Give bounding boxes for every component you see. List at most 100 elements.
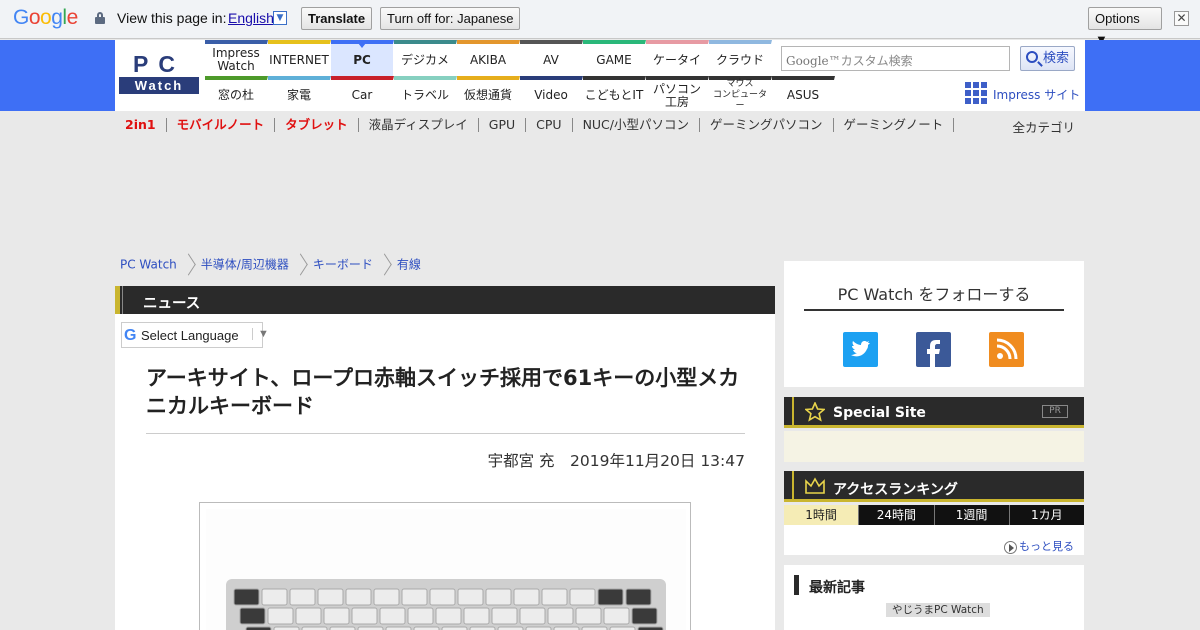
nav-item-nav_bottom-5[interactable]: Video: [520, 76, 583, 111]
category-link[interactable]: 2in1: [115, 118, 167, 132]
language-dropdown-icon[interactable]: ▼: [273, 11, 287, 25]
ranking-tab[interactable]: 1週間: [933, 505, 1009, 525]
article-photo[interactable]: [199, 502, 691, 630]
nav-item-nav_top-5[interactable]: AV: [520, 40, 583, 76]
keycap: [541, 588, 568, 606]
category-link[interactable]: モバイルノート: [167, 118, 276, 132]
translate-button[interactable]: Translate: [301, 7, 373, 30]
keycap: [429, 588, 456, 606]
pc-watch-logo[interactable]: PC Watch: [119, 48, 199, 94]
twitter-icon[interactable]: [843, 332, 878, 367]
keycap: [603, 607, 630, 625]
google-translate-bar: Google View this page in: English ▼ Tran…: [0, 0, 1200, 47]
latest-title: 最新記事: [809, 580, 865, 596]
ranking-tab[interactable]: 24時間: [858, 505, 933, 525]
rss-icon[interactable]: [989, 332, 1024, 367]
follow-box: PC Watch をフォローする: [784, 261, 1084, 387]
options-button[interactable]: Options ▼: [1088, 7, 1162, 47]
category-link[interactable]: タブレット: [275, 118, 359, 132]
nav-item-nav_top-7[interactable]: ケータイ: [646, 40, 709, 76]
nav-item-nav_top-3[interactable]: デジカメ: [394, 40, 457, 76]
nav-item-nav_bottom-3[interactable]: トラベル: [394, 76, 457, 111]
pr-badge: PR: [1042, 405, 1068, 418]
star-icon: [805, 402, 825, 422]
nav-item-nav_top-8[interactable]: クラウド: [709, 40, 772, 76]
nav-item-label: Car: [351, 88, 373, 102]
breadcrumb-item[interactable]: PC Watch: [120, 258, 177, 272]
nav-item-nav_top-2[interactable]: PC: [331, 40, 394, 76]
keycap: [295, 607, 322, 625]
site-header: PC Watch Impress Watch INTERNET PC デジカメ AKIB…: [0, 40, 1200, 111]
more-link[interactable]: もっと見る: [1004, 538, 1074, 554]
follow-title: PC Watch をフォローする: [837, 285, 1031, 304]
more-link-label: もっと見る: [1019, 540, 1074, 553]
nav-item-nav_bottom-4[interactable]: 仮想通貨: [457, 76, 520, 111]
search-brand: Google™: [786, 54, 841, 68]
play-circle-icon: [1004, 540, 1017, 554]
nav-item-label: こどもとIT: [584, 88, 644, 102]
category-bar: 2in1 モバイルノート タブレット 液晶ディスプレイ GPU CPU NUC/小型パソコン…: [115, 117, 1085, 136]
google-logo-letter: G: [13, 6, 29, 29]
nav-item-nav_bottom-7[interactable]: パソコン 工房: [646, 76, 709, 111]
keycap: [373, 588, 400, 606]
nav-item-label: パソコン 工房: [652, 81, 701, 109]
nav-item-nav_bottom-1[interactable]: 家電: [268, 76, 331, 111]
section-title: ニュース: [143, 296, 201, 312]
category-link[interactable]: ゲーミングパソコン: [700, 118, 834, 132]
google-g-icon: G: [124, 327, 137, 344]
search-icon: [1026, 51, 1038, 63]
ranking-tab[interactable]: 1時間: [784, 505, 859, 525]
keycap: [317, 588, 344, 606]
close-icon[interactable]: ✕: [1174, 11, 1189, 26]
nav-item-label: GAME: [596, 52, 632, 67]
ranking-tab[interactable]: 1カ月: [1008, 505, 1084, 525]
search-button[interactable]: 検索: [1020, 46, 1075, 71]
nav-item-nav_bottom-9[interactable]: ASUS: [772, 76, 835, 111]
category-link[interactable]: GPU: [479, 118, 527, 132]
category-link[interactable]: ゲーミングノート: [834, 118, 955, 132]
category-link[interactable]: NUC/小型パソコン: [573, 118, 701, 132]
all-categories-link[interactable]: 全カテゴリ: [1012, 117, 1075, 136]
impress-site-link[interactable]: Impress サイト: [993, 86, 1080, 103]
keycap: [233, 588, 260, 606]
keycap: [261, 588, 288, 606]
grid-icon[interactable]: [965, 82, 987, 104]
nav-item-nav_bottom-0[interactable]: 窓の杜: [205, 76, 268, 111]
keycap: [631, 607, 658, 625]
nav-item-nav_bottom-2[interactable]: Car: [331, 76, 394, 111]
breadcrumb-item[interactable]: 有線: [397, 258, 421, 272]
keycap: [457, 588, 484, 606]
nav-item-nav_top-1[interactable]: INTERNET: [268, 40, 331, 76]
view-in-label: View this page in:: [117, 10, 227, 26]
lock-icon: [95, 12, 105, 24]
nav-item-nav_bottom-6[interactable]: こどもとIT: [583, 76, 646, 111]
site-nav: Impress Watch INTERNET PC デジカメ AKIBA AV GAME ケー…: [205, 40, 835, 111]
special-site-header: Special Site PR: [784, 397, 1084, 428]
breadcrumb-item[interactable]: キーボード: [313, 258, 373, 272]
breadcrumb: PC Watch 半導体/周辺機器 キーボード 有線: [120, 255, 421, 275]
breadcrumb-item[interactable]: 半導体/周辺機器: [201, 258, 289, 272]
nav-item-nav_top-0[interactable]: Impress Watch: [205, 40, 268, 76]
search-input[interactable]: Google™カスタム検索: [781, 46, 1010, 71]
latest-articles: 最新記事 やじうまPC Watch: [784, 565, 1084, 630]
facebook-icon[interactable]: [916, 332, 951, 367]
google-logo-letter: o: [28, 6, 41, 29]
nav-item-label: デジカメ: [400, 52, 449, 67]
nav-item-nav_top-6[interactable]: GAME: [583, 40, 646, 76]
keycap: [345, 588, 372, 606]
keycap: [597, 588, 624, 606]
turn-off-button[interactable]: Turn off for: Japanese: [380, 7, 521, 30]
google-logo-letter: e: [66, 6, 79, 29]
latest-tag[interactable]: やじうまPC Watch: [886, 603, 990, 617]
nav-item-nav_bottom-8[interactable]: マウス コンピューター: [709, 76, 772, 111]
special-site-title: Special Site: [833, 405, 926, 421]
select-language-widget[interactable]: G Select Language ▼: [121, 322, 269, 348]
nav-item-nav_top-4[interactable]: AKIBA: [457, 40, 520, 76]
language-select[interactable]: English: [228, 10, 274, 26]
google-logo-letter: o: [40, 6, 52, 29]
crown-icon: [805, 477, 825, 494]
category-link[interactable]: CPU: [526, 118, 573, 132]
category-link[interactable]: 液晶ディスプレイ: [359, 118, 479, 132]
ranking-header: アクセスランキング: [784, 471, 1084, 502]
nav-item-label: マウス コンピューター: [712, 79, 767, 111]
